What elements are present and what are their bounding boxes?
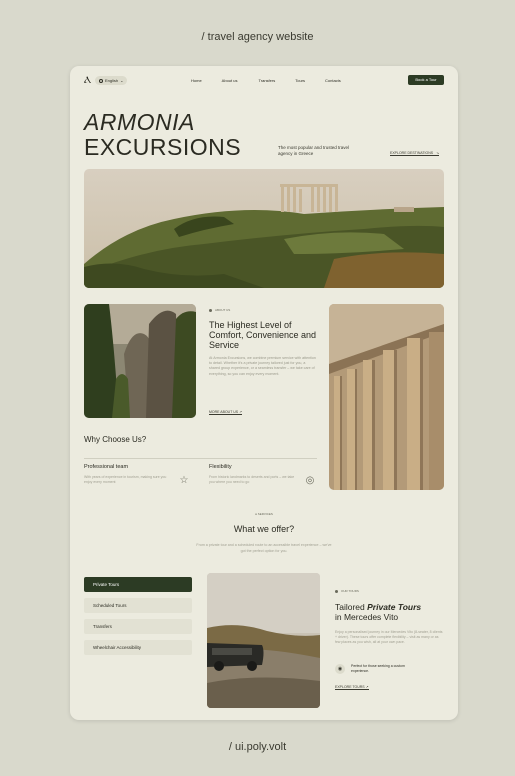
explore-destinations-link[interactable]: EXPLORE DESTINATIONS ↘	[390, 151, 440, 156]
globe-icon	[99, 78, 103, 83]
logo[interactable]: Ⲁ	[84, 75, 91, 86]
arrow-up-right-icon: ↗	[365, 685, 369, 689]
about-text: At Armonia Excursions, we combine premiu…	[209, 356, 316, 376]
nav-tours[interactable]: Tours	[295, 78, 305, 83]
language-selector[interactable]: English ⌄	[95, 76, 128, 85]
about-title: The Highest Level of Comfort, Convenienc…	[209, 320, 317, 350]
divider	[84, 458, 317, 459]
about-tag: ABOUT US	[209, 308, 230, 312]
main-nav: Home About us Transfers Tours Contacts	[191, 78, 341, 83]
more-about-label: MORE ABOUT US	[209, 410, 239, 414]
arrow-up-right-icon: ↗	[239, 410, 243, 414]
caption-bottom: / ui.poly.volt	[228, 741, 287, 753]
caption-top: / travel agency website	[201, 31, 314, 43]
team-icon: ☆	[179, 475, 189, 486]
explore-tours-link[interactable]: EXPLORE TOURS ↗	[335, 685, 369, 690]
nav-home[interactable]: Home	[191, 78, 202, 83]
image-rock-formations	[84, 304, 196, 418]
explore-destinations-label: EXPLORE DESTINATIONS	[390, 151, 434, 155]
feature-text-professional: With years of experience in tourism, mak…	[84, 475, 167, 484]
explore-tours-label: EXPLORE TOURS	[335, 685, 365, 689]
service-scheduled-tours[interactable]: Scheduled Tours	[84, 598, 192, 613]
tour-title-pre: Tailored	[335, 602, 368, 612]
offer-subtitle: From a private tour and a scheduled rout…	[196, 543, 332, 553]
tour-title: Tailored Private Tours in Mercedes Vito	[335, 602, 445, 622]
service-transfers[interactable]: Transfers	[84, 619, 192, 634]
dot-icon: ●	[255, 512, 257, 516]
tour-title-em: Private Tours	[367, 602, 422, 612]
offer-title: What we offer?	[233, 524, 295, 534]
language-label: English	[105, 78, 119, 83]
tours-tag: OUR TOURS	[335, 589, 359, 593]
tours-tag-label: OUR TOURS	[341, 589, 359, 593]
service-wheelchair[interactable]: Wheelchair Accessibility	[84, 640, 192, 655]
hero-subtitle: The most popular and trusted travel agen…	[278, 145, 350, 156]
tour-title-post: in Mercedes Vito	[335, 612, 399, 622]
why-choose-title: Why Choose Us?	[84, 435, 147, 444]
chevron-down-icon: ⌄	[120, 78, 124, 83]
services-tag-label: SERVICES	[257, 512, 273, 516]
feature-title-professional: Professional team	[84, 464, 129, 470]
hero-title: ARMONIA EXCURSIONS	[84, 110, 241, 160]
hero-image-temple-hill	[84, 169, 444, 288]
location-icon: ◎	[305, 475, 315, 486]
dot-icon	[335, 589, 338, 593]
image-mercedes-van	[207, 573, 320, 708]
feature-text-flexibility: From historic landmarks to deserts and p…	[209, 475, 295, 484]
nav-about[interactable]: About us	[222, 78, 238, 83]
website-mockup: Ⲁ English ⌄ Home About us Transfers Tour…	[70, 66, 458, 720]
feature-title-flexibility: Flexibility	[209, 464, 232, 470]
tour-text: Enjoy a personalised journey in our Merc…	[335, 630, 443, 644]
image-temple-columns	[329, 304, 444, 490]
hero-title-line1: ARMONIA	[84, 109, 195, 135]
about-tag-label: ABOUT US	[215, 308, 231, 312]
book-tour-button[interactable]: Book a Tour	[408, 75, 444, 85]
eye-icon: ◉	[335, 664, 345, 674]
dot-icon	[209, 308, 212, 312]
nav-transfers[interactable]: Transfers	[258, 78, 275, 83]
perfect-for-text: Perfect for those seeking a custom exper…	[351, 664, 405, 673]
hero-title-line2: EXCURSIONS	[84, 134, 242, 160]
service-private-tours[interactable]: Private Tours	[84, 577, 192, 592]
more-about-link[interactable]: MORE ABOUT US ↗	[209, 410, 243, 415]
services-tag: ● SERVICES	[70, 512, 458, 516]
arrow-down-right-icon: ↘	[436, 151, 440, 155]
nav-contacts[interactable]: Contacts	[325, 78, 341, 83]
